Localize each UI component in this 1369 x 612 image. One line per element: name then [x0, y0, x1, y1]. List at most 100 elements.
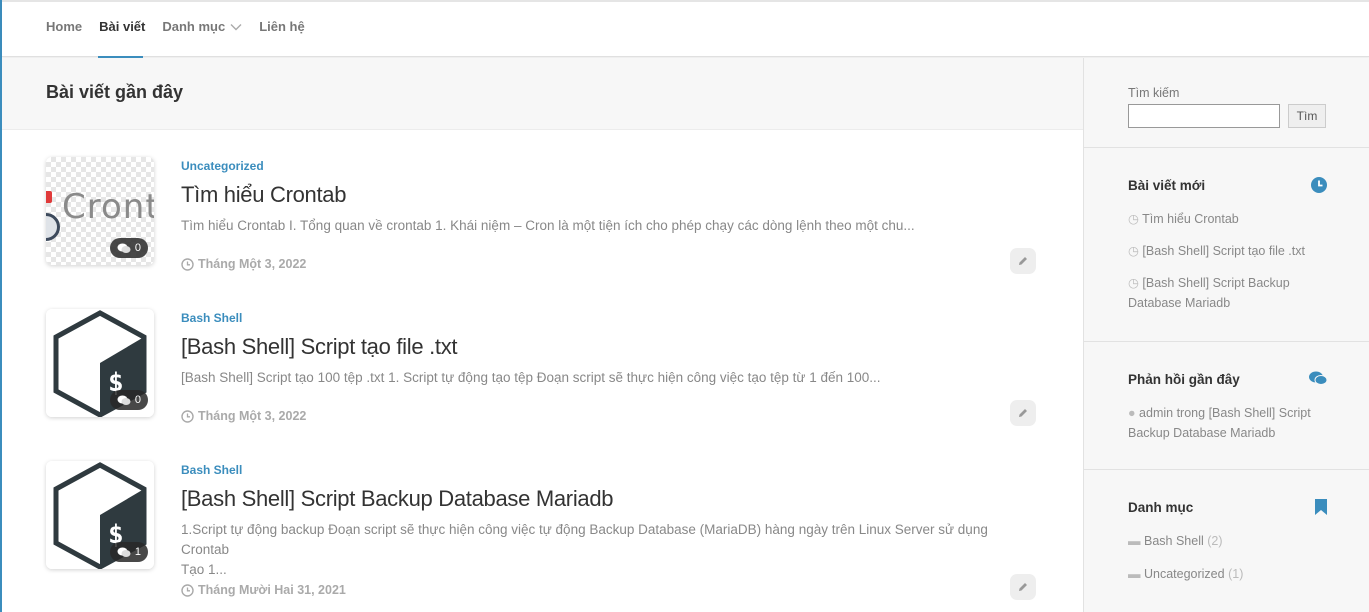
- post-body: Bash Shell [Bash Shell] Script tạo file …: [181, 309, 1036, 388]
- post-thumbnail[interactable]: $ 0: [46, 309, 154, 417]
- recent-post-title: [Bash Shell] Script tạo file .txt: [1142, 244, 1305, 258]
- edit-post-button[interactable]: [1010, 400, 1036, 426]
- comments-icon: [117, 243, 131, 253]
- comments-icon: [117, 547, 131, 557]
- clock-icon: [1311, 177, 1327, 193]
- post-date: Tháng Một 3, 2022: [181, 409, 306, 423]
- search-input[interactable]: [1128, 104, 1280, 128]
- nav-home-label: Home: [46, 19, 83, 34]
- category-name: Uncategorized: [1143, 567, 1225, 581]
- nav-posts-label: Bài viết: [99, 19, 146, 34]
- clock-icon: [181, 583, 194, 597]
- clock-icon: ◷: [1128, 244, 1139, 258]
- comment-count-badge: 0: [109, 238, 148, 258]
- post-body: Bash Shell [Bash Shell] Script Backup Da…: [181, 461, 1036, 580]
- main-menu: Home Bài viết Danh mục Liên hệ: [46, 19, 322, 34]
- post-item: $ 1 Bash Shell [Bash Shell] Script Backu…: [46, 461, 1036, 601]
- post-title-link[interactable]: [Bash Shell] Script tạo file .txt: [181, 334, 1036, 360]
- post-excerpt-line: 1.Script tự động backup Đoạn script sẽ t…: [181, 522, 988, 557]
- logo-red-mark: [46, 191, 52, 203]
- categories-widget: Danh mục ▬ Bash Shell (2) ▬ Uncategorize…: [1084, 470, 1369, 612]
- pencil-icon: [1019, 257, 1027, 265]
- recent-comments-widget: Phản hồi gần đây ● admin trong [Bash She…: [1084, 342, 1369, 470]
- post-thumbnail[interactable]: $ 1: [46, 461, 154, 569]
- comment-count: 1: [134, 546, 141, 558]
- comment-connector: trong: [1176, 406, 1206, 420]
- nav-categories[interactable]: Danh mục: [162, 19, 242, 34]
- comment-post-link-line2[interactable]: Backup Database Mariadb: [1128, 426, 1275, 440]
- categories-list: ▬ Bash Shell (2) ▬ Uncategorized (1): [1128, 531, 1327, 584]
- category-count: (2): [1207, 534, 1223, 548]
- recent-comments-list: ● admin trong [Bash Shell] Script Backup …: [1128, 403, 1327, 443]
- nav-home[interactable]: Home: [46, 19, 82, 34]
- post-title-link[interactable]: Tìm hiểu Crontab: [181, 182, 1036, 208]
- comment-count-badge: 1: [109, 542, 148, 562]
- nav-contact[interactable]: Liên hệ: [259, 19, 305, 34]
- recent-comment: ● admin trong [Bash Shell] Script Backup …: [1128, 403, 1327, 443]
- recent-post-title: Tìm hiểu Crontab: [1142, 212, 1239, 226]
- page-title: Bài viết gần đây: [46, 82, 184, 102]
- search-button[interactable]: Tìm: [1288, 104, 1326, 128]
- category-count: (1): [1228, 567, 1244, 581]
- post-date-text: Tháng Mười Hai 31, 2021: [198, 583, 346, 597]
- comment-author: admin: [1139, 406, 1174, 420]
- clock-logo-icon: [46, 213, 60, 241]
- thumbnail-text: Cront: [62, 187, 154, 227]
- widget-title: Bài viết mới: [1128, 178, 1206, 193]
- nav-posts[interactable]: Bài viết: [99, 19, 145, 34]
- search-widget: Tìm kiếm Tìm: [1084, 58, 1369, 148]
- nav-categories-label: Danh mục: [162, 19, 226, 34]
- edit-post-button[interactable]: [1010, 574, 1036, 600]
- comment-icon: ●: [1128, 406, 1136, 420]
- bookmark-icon: [1315, 499, 1327, 515]
- recent-post-link[interactable]: ◷ [Bash Shell] Script tạo file .txt: [1128, 241, 1327, 261]
- post-body: Uncategorized Tìm hiểu Crontab Tìm hiểu …: [181, 157, 1036, 236]
- post-excerpt: Tìm hiểu Crontab I. Tổng quan về crontab…: [181, 218, 915, 233]
- post-date: Tháng Mười Hai 31, 2021: [181, 583, 346, 597]
- post-date-text: Tháng Một 3, 2022: [198, 409, 307, 423]
- recent-post-title-line2: Database Mariadb: [1128, 296, 1231, 310]
- post-excerpt: 1.Script tự động backup Đoạn script sẽ t…: [181, 520, 1036, 580]
- clock-icon: [181, 257, 194, 271]
- search-label: Tìm kiếm: [1128, 86, 1180, 100]
- recent-posts-widget: Bài viết mới ◷ Tìm hiểu Crontab ◷ [Bash …: [1084, 148, 1369, 342]
- clock-icon: ◷: [1128, 212, 1139, 226]
- folder-icon: ▬: [1128, 534, 1141, 548]
- edit-post-button[interactable]: [1010, 248, 1036, 274]
- widget-title: Phản hồi gần đây: [1128, 372, 1240, 387]
- post-category-link[interactable]: Bash Shell: [181, 463, 1036, 477]
- post-thumbnail[interactable]: Cront 0: [46, 157, 154, 265]
- comment-post-link[interactable]: [Bash Shell] Script: [1209, 406, 1311, 420]
- category-link[interactable]: ▬ Uncategorized (1): [1128, 564, 1327, 584]
- post-date: Tháng Một 3, 2022: [181, 257, 306, 271]
- chevron-down-icon: [230, 23, 242, 30]
- recent-post-link[interactable]: ◷ Tìm hiểu Crontab: [1128, 209, 1327, 229]
- recent-posts-list: ◷ Tìm hiểu Crontab ◷ [Bash Shell] Script…: [1128, 209, 1327, 313]
- folder-icon: ▬: [1128, 567, 1141, 581]
- comment-count: 0: [134, 394, 141, 406]
- post-category-link[interactable]: Uncategorized: [181, 159, 1036, 173]
- comments-icon: [1309, 371, 1327, 385]
- post-excerpt-line: Tạo 1...: [181, 562, 227, 577]
- clock-icon: [181, 409, 194, 423]
- top-navbar: Home Bài viết Danh mục Liên hệ: [2, 0, 1369, 59]
- post-title-link[interactable]: [Bash Shell] Script Backup Database Mari…: [181, 486, 1036, 512]
- category-link[interactable]: ▬ Bash Shell (2): [1128, 531, 1327, 551]
- page-header: Bài viết gần đây: [2, 58, 1083, 130]
- recent-post-title: [Bash Shell] Script Backup: [1142, 276, 1290, 290]
- main-content: Bài viết gần đây Cront 0 Uncategorized T…: [2, 58, 1083, 612]
- comment-count: 0: [134, 242, 141, 254]
- post-category-link[interactable]: Bash Shell: [181, 311, 1036, 325]
- nav-contact-label: Liên hệ: [259, 19, 305, 34]
- pencil-icon: [1019, 409, 1027, 417]
- widget-title: Danh mục: [1128, 500, 1194, 515]
- recent-post-link[interactable]: ◷ [Bash Shell] Script Backup Database Mar…: [1128, 273, 1327, 313]
- category-name: Bash Shell: [1143, 534, 1204, 548]
- clock-icon: ◷: [1128, 276, 1139, 290]
- pencil-icon: [1019, 583, 1027, 591]
- post-item: $ 0 Bash Shell [Bash Shell] Script tạo f…: [46, 309, 1036, 426]
- sidebar: Tìm kiếm Tìm Bài viết mới ◷ Tìm hiểu Cro…: [1083, 58, 1369, 612]
- comment-count-badge: 0: [109, 390, 148, 410]
- post-excerpt: [Bash Shell] Script tạo 100 tệp .txt 1. …: [181, 370, 881, 385]
- post-item: Cront 0 Uncategorized Tìm hiểu Crontab T…: [46, 157, 1036, 274]
